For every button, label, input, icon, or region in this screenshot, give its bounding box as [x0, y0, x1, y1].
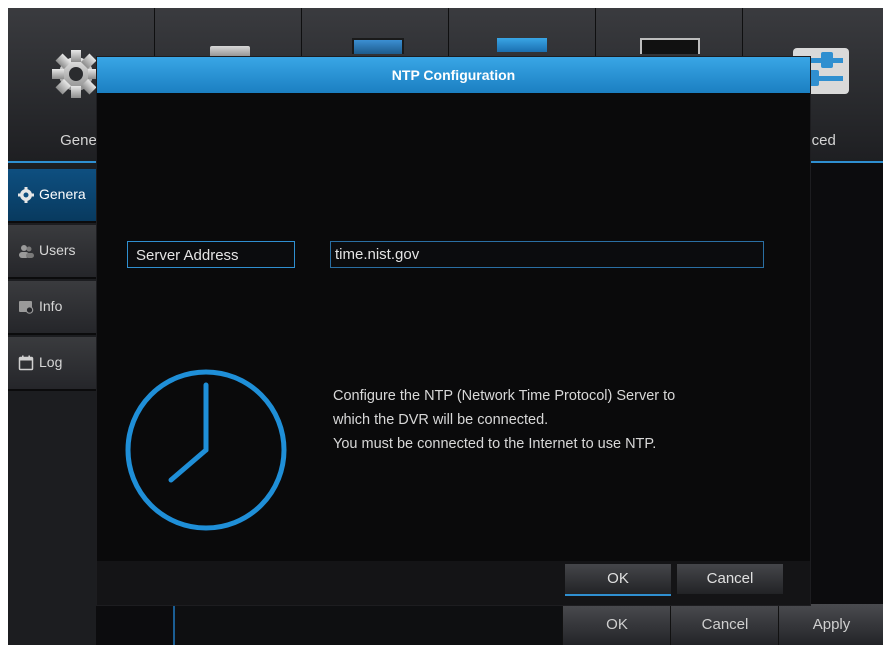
sidebar-item-label: Users: [39, 242, 76, 258]
sidebar: Genera Users Info Log: [8, 163, 96, 645]
dialog-title: NTP Configuration: [97, 57, 810, 93]
dialog-ok-button[interactable]: OK: [565, 564, 671, 596]
sidebar-item-log[interactable]: Log: [8, 337, 96, 391]
sidebar-item-users[interactable]: Users: [8, 225, 96, 279]
monitor-icon: [640, 38, 700, 54]
sidebar-item-label: Info: [39, 298, 63, 314]
sidebar-item-label: Genera: [39, 186, 86, 202]
display-icon: [352, 38, 404, 54]
network-icon: [497, 38, 547, 52]
sidebar-item-label: Log: [39, 354, 63, 370]
description-line: You must be connected to the Internet to…: [333, 436, 657, 452]
server-address-input[interactable]: [330, 241, 764, 268]
dialog-footer: OK Cancel: [97, 561, 810, 605]
ok-button[interactable]: OK: [562, 604, 671, 645]
ntp-description: Configure the NTP (Network Time Protocol…: [333, 384, 675, 456]
dialog-cancel-button[interactable]: Cancel: [677, 564, 783, 594]
users-icon: [19, 245, 34, 258]
log-icon: [18, 355, 34, 371]
description-line: Configure the NTP (Network Time Protocol…: [333, 388, 676, 404]
apply-button[interactable]: Apply: [778, 604, 883, 645]
clock-icon: [125, 369, 287, 531]
dvr-screen: Gener anced Genera Users Info Log OK Can…: [8, 8, 883, 645]
ntp-configuration-dialog: NTP Configuration Server Address Configu…: [96, 56, 811, 606]
description-line: which the DVR will be connected.: [333, 412, 549, 428]
cancel-button[interactable]: Cancel: [670, 604, 779, 645]
gear-icon: [18, 187, 34, 203]
server-address-label: Server Address: [127, 241, 295, 268]
info-icon: [19, 301, 34, 314]
sidebar-item-general[interactable]: Genera: [8, 169, 96, 223]
sidebar-item-info[interactable]: Info: [8, 281, 96, 335]
